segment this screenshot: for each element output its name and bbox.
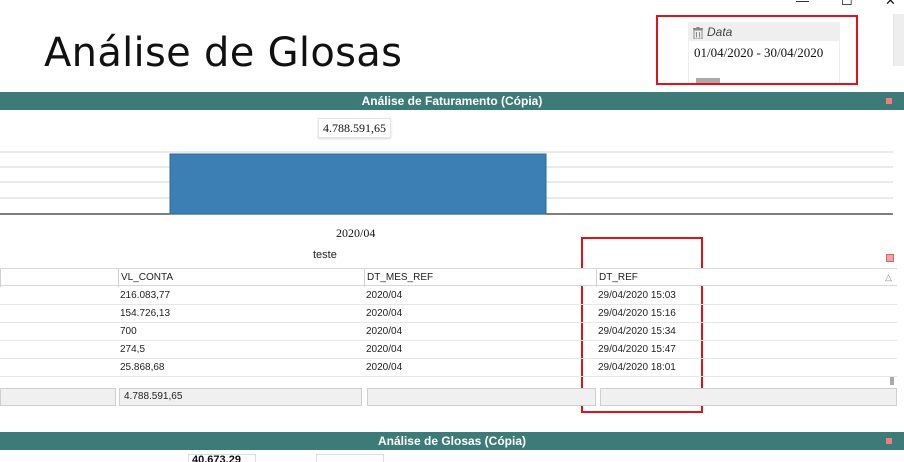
table-cell: 29/04/2020 15:03 xyxy=(598,290,676,301)
table-cell: 274,5 xyxy=(120,344,146,355)
table-caption: teste xyxy=(313,249,337,261)
table-cell: 25.868,68 xyxy=(120,362,165,373)
total-cell xyxy=(0,388,116,406)
minimize-button[interactable]: — xyxy=(796,0,809,8)
total-cell xyxy=(367,388,596,406)
bar-data-label: 4.788.591,65 xyxy=(318,118,391,138)
bar-chart xyxy=(0,112,904,242)
panel-header-faturamento: Análise de Faturamento (Cópia) xyxy=(0,92,904,110)
table-cell xyxy=(0,341,118,359)
table-cell: 2020/04 xyxy=(366,308,403,319)
table-cell: 2020/04 xyxy=(366,362,403,373)
chart-bar[interactable] xyxy=(169,153,547,215)
x-tick-label: 2020/04 xyxy=(336,226,376,240)
table-cell: 29/04/2020 15:16 xyxy=(598,308,676,319)
table-cell xyxy=(0,323,118,341)
chart-svg xyxy=(0,151,893,215)
sort-icon[interactable]: △ xyxy=(885,272,892,283)
table-cell: 2020/04 xyxy=(366,344,403,355)
table-cell xyxy=(0,305,118,323)
column-header-dt-ref[interactable]: DT_REF xyxy=(596,269,897,287)
table-cell: 29/04/2020 18:01 xyxy=(598,362,676,373)
panel-header-glosas: Análise de Glosas (Cópia) xyxy=(0,432,904,450)
partial-widget xyxy=(316,454,384,462)
table-row[interactable]: 216.083,77 2020/04 29/04/2020 15:03 xyxy=(0,287,897,305)
column-header-dt-mes-ref[interactable]: DT_MES_REF xyxy=(364,269,596,287)
partial-data-label: 40.673,29 xyxy=(188,454,256,462)
table-row[interactable]: 700 2020/04 29/04/2020 15:34 xyxy=(0,323,897,341)
side-scrollbar[interactable] xyxy=(893,14,904,66)
table-cell: 2020/04 xyxy=(366,326,403,337)
table-row[interactable]: 154.726,13 2020/04 29/04/2020 15:16 xyxy=(0,305,897,323)
highlight-box-filter xyxy=(656,15,858,85)
close-window-button[interactable]: ✕ xyxy=(885,0,896,8)
totals-row: 4.788.591,65 xyxy=(0,388,897,408)
panel-title: Análise de Glosas (Cópia) xyxy=(377,434,527,448)
table-cell: 2020/04 xyxy=(366,290,403,301)
table-cell: 29/04/2020 15:47 xyxy=(598,344,676,355)
panel-close-icon[interactable] xyxy=(886,438,892,444)
table-header-row: VL_CONTA DT_MES_REF DT_REF xyxy=(0,268,897,287)
table-cell: 700 xyxy=(120,326,137,337)
table-cell: 154.726,13 xyxy=(120,308,171,319)
table-row[interactable]: 274,5 2020/04 29/04/2020 15:47 xyxy=(0,341,897,359)
table-cell xyxy=(0,359,118,377)
page-title: Análise de Glosas xyxy=(44,30,403,76)
table-row[interactable]: 25.868,68 2020/04 29/04/2020 18:01 xyxy=(0,359,897,377)
panel-close-icon[interactable] xyxy=(886,98,892,104)
panel-title: Análise de Faturamento (Cópia) xyxy=(361,94,543,108)
total-cell-vl-conta: 4.788.591,65 xyxy=(119,388,362,406)
column-header[interactable] xyxy=(0,269,118,287)
table-cell xyxy=(0,287,118,305)
column-header-vl-conta[interactable]: VL_CONTA xyxy=(118,269,364,287)
table-cell: 29/04/2020 15:34 xyxy=(598,326,676,337)
maximize-button[interactable]: ☐ xyxy=(841,0,853,8)
table-cell: 216.083,77 xyxy=(120,290,171,301)
table-scrollbar[interactable] xyxy=(890,377,894,385)
total-cell xyxy=(600,388,897,406)
table-close-icon[interactable] xyxy=(886,254,894,262)
